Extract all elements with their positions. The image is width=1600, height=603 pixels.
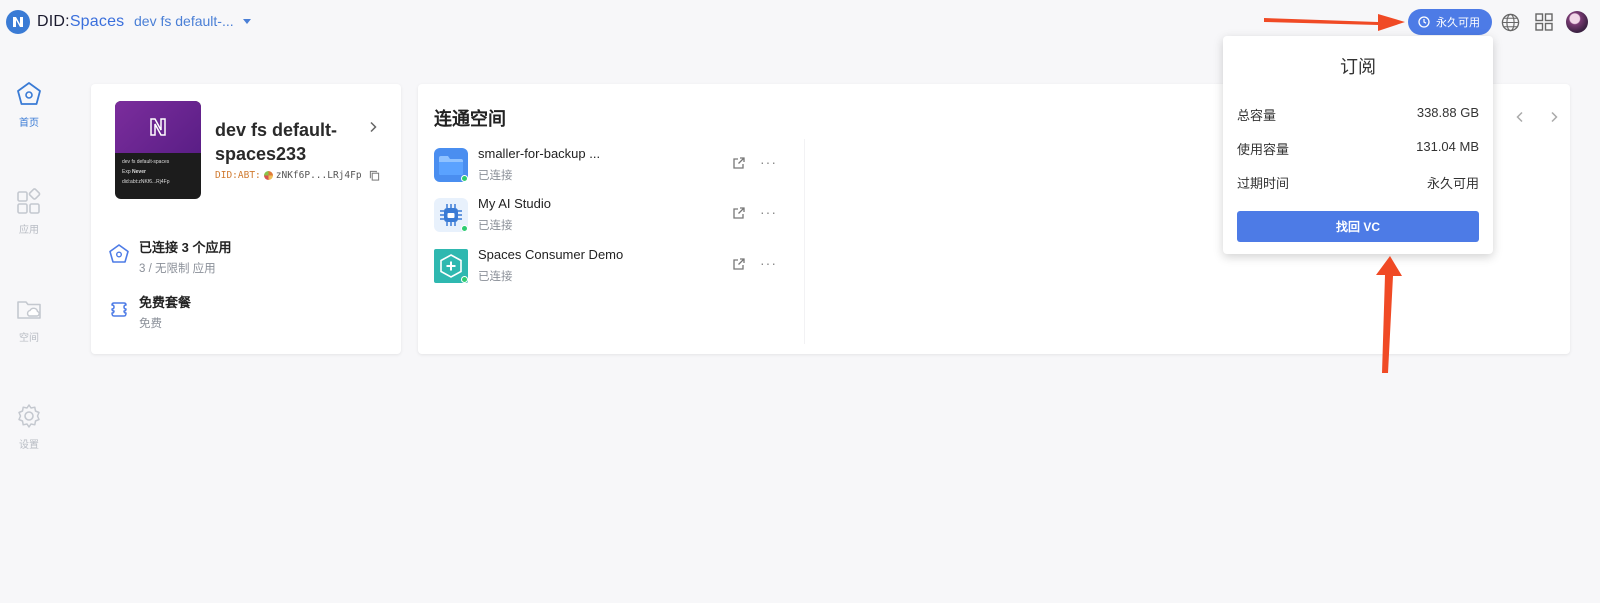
- subscription-popover: 订阅 总容量 338.88 GB 使用容量 131.04 MB 过期时间 永久可…: [1223, 36, 1493, 254]
- connected-status-dot: [461, 225, 468, 232]
- stat-sub: 3 / 无限制 应用: [139, 263, 216, 275]
- app-name: Spaces Consumer Demo: [478, 247, 624, 262]
- did-spaces-logo[interactable]: DID:Spaces: [6, 10, 124, 34]
- chevron-left-icon[interactable]: [1514, 111, 1526, 123]
- thumb-space-name: dev fs default-spaces: [122, 159, 170, 165]
- row-value: 永久可用: [1426, 176, 1479, 191]
- sidebar-item-apps[interactable]: 应用: [0, 187, 58, 236]
- connected-apps-stat: 已连接 3 个应用 3 / 无限制 应用: [108, 237, 231, 276]
- row-value: 338.88 GB: [1416, 105, 1479, 120]
- home-icon: [17, 82, 41, 105]
- divider: [804, 139, 805, 344]
- gear-icon: [18, 404, 40, 428]
- stat-title: 已连接 3 个应用: [139, 240, 232, 255]
- stat-title: 免费套餐: [139, 295, 192, 310]
- sidebar-item-spaces[interactable]: 空间: [0, 295, 58, 344]
- chevron-right-icon[interactable]: [367, 121, 379, 133]
- popover-title: 订阅: [1340, 57, 1376, 77]
- app-status: 已连接: [478, 271, 513, 283]
- space-overview-card: dev fs default-spaces Exp Never did:abt:…: [91, 84, 401, 354]
- did-avatar-icon: [263, 171, 273, 180]
- thumb-exp: Exp Never: [122, 169, 146, 175]
- plan-stat: 免费套餐 免费: [108, 292, 191, 331]
- copy-icon[interactable]: [369, 170, 380, 181]
- more-options-icon[interactable]: ···: [760, 255, 777, 271]
- avatar[interactable]: [1566, 11, 1588, 33]
- home-icon: [108, 243, 130, 265]
- plan-icon: [108, 298, 130, 320]
- row-label: 过期时间: [1237, 176, 1290, 191]
- logo-text: DID:Spaces: [37, 13, 125, 30]
- app-row[interactable]: smaller-for-backup ... 已连接 ···: [434, 146, 794, 186]
- apps-grid-icon[interactable]: [1534, 12, 1554, 32]
- clock-icon: [1418, 16, 1430, 28]
- apps-icon: [17, 188, 41, 214]
- external-link-icon[interactable]: [732, 206, 746, 220]
- row-value: 131.04 MB: [1416, 139, 1479, 154]
- globe-icon[interactable]: [1500, 12, 1520, 32]
- app-row[interactable]: Spaces Consumer Demo 已连接 ···: [434, 247, 794, 287]
- subscription-button[interactable]: 永久可用: [1408, 9, 1492, 35]
- sidebar-item-settings[interactable]: 设置: [0, 402, 58, 451]
- app-row[interactable]: My AI Studio 已连接 ···: [434, 196, 794, 236]
- sidebar-item-label: 空间: [19, 333, 39, 344]
- space-selector[interactable]: dev fs default-...: [134, 13, 251, 29]
- app-name: My AI Studio: [478, 196, 551, 211]
- expiry-row: 过期时间 永久可用: [1237, 173, 1479, 192]
- space-thumbnail[interactable]: dev fs default-spaces Exp Never did:abt:…: [115, 101, 201, 199]
- did-prefix: DID:ABT:: [215, 170, 261, 181]
- connected-status-dot: [461, 175, 468, 182]
- external-link-icon[interactable]: [732, 156, 746, 170]
- apps-card-title: 连通空间: [434, 109, 506, 129]
- app-status: 已连接: [478, 220, 513, 232]
- thumb-did: did:abt:zNKf6...Rj4Fp: [122, 179, 170, 185]
- connected-status-dot: [461, 276, 468, 283]
- logo-icon: [150, 118, 166, 136]
- app-status: 已连接: [478, 170, 513, 182]
- space-did: DID:ABT: zNKf6P...LRj4Fp: [215, 170, 380, 181]
- space-selector-label: dev fs default-...: [134, 13, 234, 29]
- sidebar-item-label: 设置: [19, 440, 39, 451]
- app-name: smaller-for-backup ...: [478, 146, 601, 161]
- total-capacity-row: 总容量 338.88 GB: [1237, 105, 1479, 124]
- did-value: zNKf6P...LRj4Fp: [275, 170, 362, 181]
- stat-sub: 免费: [139, 318, 162, 330]
- folder-cloud-icon: [17, 301, 41, 319]
- external-link-icon[interactable]: [732, 257, 746, 271]
- subscription-label: 永久可用: [1436, 17, 1480, 29]
- chevron-right-icon[interactable]: [1548, 111, 1560, 123]
- sidebar-item-label: 首页: [19, 118, 39, 129]
- sidebar-item-home[interactable]: 首页: [0, 80, 58, 129]
- more-options-icon[interactable]: ···: [760, 204, 777, 220]
- used-capacity-row: 使用容量 131.04 MB: [1237, 139, 1479, 158]
- row-label: 使用容量: [1237, 142, 1290, 157]
- sidebar-item-label: 应用: [19, 225, 39, 236]
- row-label: 总容量: [1237, 108, 1277, 123]
- chevron-down-icon: [242, 18, 251, 24]
- space-name: dev fs default-spaces233: [215, 120, 338, 164]
- more-options-icon[interactable]: ···: [760, 154, 777, 170]
- recover-vc-button[interactable]: 找回 VC: [1237, 211, 1479, 242]
- logo-icon: [6, 10, 30, 34]
